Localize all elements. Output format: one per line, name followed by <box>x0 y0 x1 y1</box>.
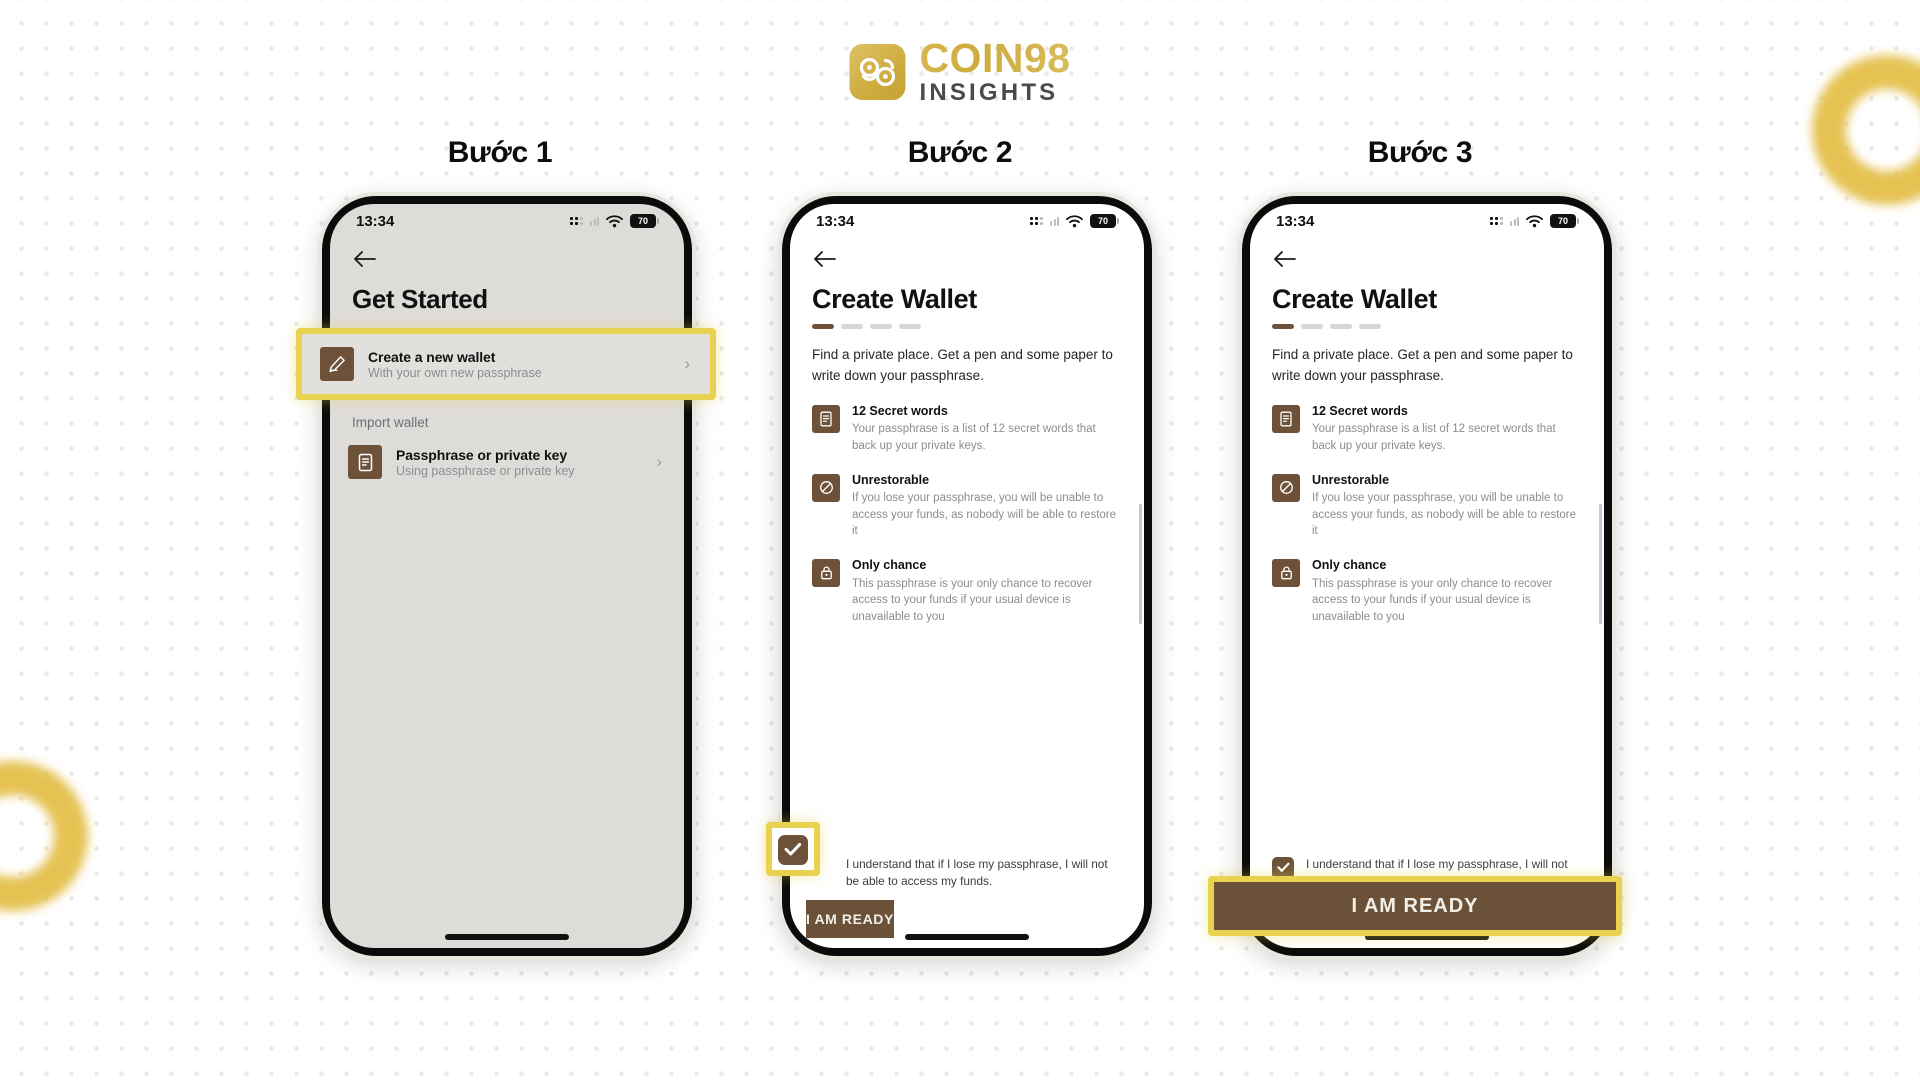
coin98-insights-logo: COIN98 INSIGHTS <box>849 38 1070 105</box>
lock-icon <box>1272 559 1300 588</box>
pencil-icon <box>320 347 354 381</box>
brand-name: COIN98 <box>919 35 1071 81</box>
battery-icon: 70 <box>630 214 659 228</box>
intro-text: Find a private place. Get a pen and some… <box>1272 347 1573 383</box>
scrollbar[interactable] <box>1139 504 1142 624</box>
battery-icon: 70 <box>1550 214 1579 228</box>
wifi-icon <box>606 214 623 227</box>
status-bar: 13:34 70 <box>1250 204 1604 238</box>
back-arrow-icon <box>354 251 376 267</box>
page-title-create-wallet: Create Wallet <box>1272 284 1437 314</box>
intro-text: Find a private place. Get a pen and some… <box>812 347 1113 383</box>
step-3-title: Bước 3 <box>1367 136 1473 169</box>
highlighted-i-am-ready-button[interactable]: I AM READY <box>1208 876 1622 936</box>
checkbox-checked-icon <box>778 834 808 865</box>
scrollbar[interactable] <box>1599 504 1602 624</box>
feature-description: Your passphrase is a list of 12 secret w… <box>1312 423 1556 452</box>
feature-title: 12 Secret words <box>852 403 948 418</box>
back-button-step-1[interactable] <box>330 238 684 270</box>
row-subtitle: With your own new passphrase <box>368 365 542 380</box>
feature-description: Your passphrase is a list of 12 secret w… <box>852 423 1096 452</box>
list-document-icon <box>1272 404 1300 433</box>
highlighted-consent-checkbox[interactable] <box>766 822 820 876</box>
home-indicator <box>905 934 1029 940</box>
feature-12-secret-words: 12 Secret words Your passphrase is a lis… <box>1272 403 1582 455</box>
list-document-icon <box>812 404 840 433</box>
progress-indicator <box>1250 315 1604 329</box>
chevron-right-icon: › <box>684 354 690 373</box>
page-title-create-wallet: Create Wallet <box>812 284 977 314</box>
feature-description: If you lose your passphrase, you will be… <box>852 491 1117 538</box>
row-title: Passphrase or private key <box>396 446 568 463</box>
status-bar: 13:34 70 <box>790 204 1144 238</box>
status-time: 13:34 <box>356 212 395 230</box>
import-wallet-section-label: Import wallet <box>352 415 429 430</box>
consent-text: I understand that if I lose my passphras… <box>846 856 1108 888</box>
brand-subtitle: INSIGHTS <box>919 79 1059 106</box>
signal-bars-icon <box>1050 216 1059 226</box>
signal-bars-icon <box>1510 216 1519 226</box>
wifi-icon <box>1526 214 1543 227</box>
status-time: 13:34 <box>816 212 855 230</box>
no-entry-icon <box>1272 473 1300 502</box>
document-icon <box>348 445 382 479</box>
feature-only-chance: Only chance This passphrase is your only… <box>1272 557 1582 626</box>
status-bar: 13:34 70 <box>330 204 684 238</box>
feature-description: This passphrase is your only chance to r… <box>1312 577 1553 624</box>
coin98-logo-icon <box>849 43 906 100</box>
home-indicator <box>445 934 569 940</box>
phone-screen-step-2: 13:34 70 Create Wallet Find a private pl… <box>790 204 1144 948</box>
feature-unrestorable: Unrestorable If you lose your passphrase… <box>1272 472 1582 541</box>
feature-title: Only chance <box>1312 558 1387 573</box>
feature-title: 12 Secret words <box>1312 403 1408 418</box>
step-2-title: Bước 2 <box>907 136 1013 169</box>
feature-description: This passphrase is your only chance to r… <box>852 577 1093 624</box>
feature-list: 12 Secret words Your passphrase is a lis… <box>1250 387 1604 626</box>
battery-level: 70 <box>637 216 648 226</box>
back-arrow-icon <box>1274 251 1296 267</box>
back-button-step-2[interactable] <box>790 238 1144 270</box>
back-button-step-3[interactable] <box>1250 238 1604 270</box>
chevron-right-icon: › <box>656 452 662 471</box>
feature-unrestorable: Unrestorable If you lose your passphrase… <box>812 472 1122 541</box>
feature-title: Unrestorable <box>1312 472 1390 487</box>
status-time: 13:34 <box>1276 212 1315 230</box>
row-title: Create a new wallet <box>368 348 496 365</box>
phone-screen-step-1: 13:34 70 Get Started Import wallet Passp… <box>330 204 684 948</box>
phone-screen-step-3: 13:34 70 Create Wallet Find a private pl… <box>1250 204 1604 948</box>
consent-row: I understand that if I lose my passphras… <box>790 856 1144 900</box>
page-title-get-started: Get Started <box>352 284 488 314</box>
battery-level: 70 <box>1097 216 1108 226</box>
highlighted-create-a-new-wallet-row[interactable]: Create a new wallet With your own new pa… <box>296 328 716 400</box>
row-subtitle: Using passphrase or private key <box>396 463 575 478</box>
signal-dots-icon <box>1490 217 1503 225</box>
i-am-ready-button[interactable]: I AM READY <box>806 900 894 938</box>
battery-level: 70 <box>1557 216 1568 226</box>
phone-mockup-step-1: 13:34 70 Get Started Import wallet Passp… <box>318 192 696 960</box>
feature-only-chance: Only chance This passphrase is your only… <box>812 557 1122 626</box>
lock-icon <box>812 559 840 588</box>
step-1-title: Bước 1 <box>447 136 553 169</box>
feature-title: Only chance <box>852 558 927 573</box>
feature-12-secret-words: 12 Secret words Your passphrase is a lis… <box>812 403 1122 455</box>
phone-mockup-step-3: 13:34 70 Create Wallet Find a private pl… <box>1238 192 1616 960</box>
no-entry-icon <box>812 473 840 502</box>
feature-list: 12 Secret words Your passphrase is a lis… <box>790 387 1144 626</box>
phone-mockup-step-2: 13:34 70 Create Wallet Find a private pl… <box>778 192 1156 960</box>
wifi-icon <box>1066 214 1083 227</box>
passphrase-or-private-key-row[interactable]: Passphrase or private key Using passphra… <box>330 432 684 492</box>
signal-dots-icon <box>570 217 583 225</box>
signal-dots-icon <box>1030 217 1043 225</box>
feature-title: Unrestorable <box>852 472 930 487</box>
back-arrow-icon <box>814 251 836 267</box>
feature-description: If you lose your passphrase, you will be… <box>1312 491 1577 538</box>
signal-bars-icon <box>590 216 599 226</box>
progress-indicator <box>790 315 1144 329</box>
battery-icon: 70 <box>1090 214 1119 228</box>
